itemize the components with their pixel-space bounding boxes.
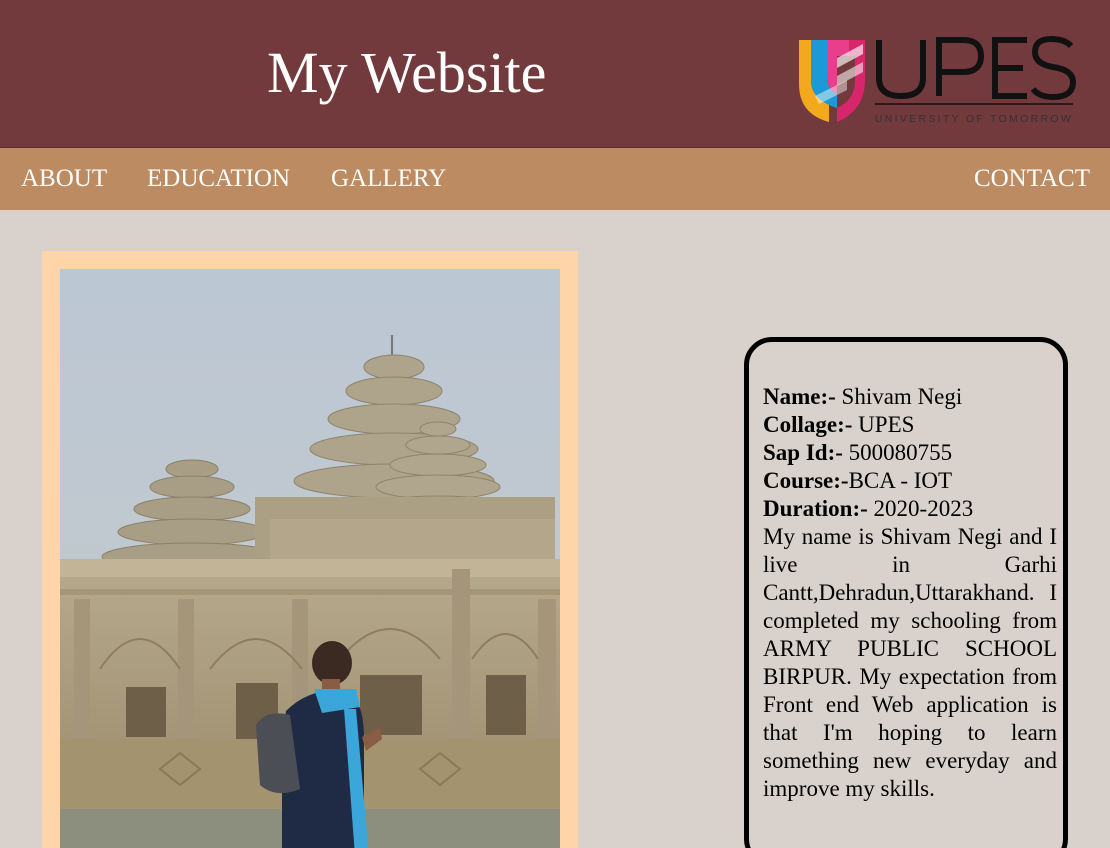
profile-duration: Duration:- 2020-2023 xyxy=(763,495,1049,523)
upes-wordmark xyxy=(876,36,1077,101)
profile-bio: My name is Shivam Negi and I live in Gar… xyxy=(763,524,1057,801)
name-value: Shivam Negi xyxy=(835,384,963,409)
upes-tagline: UNIVERSITY OF TOMORROW xyxy=(875,113,1073,125)
temple-photo xyxy=(60,269,560,848)
sap-label: Sap Id:- xyxy=(763,440,843,465)
upes-logo-graphic: UNIVERSITY OF TOMORROW xyxy=(799,36,1077,125)
site-title: My Website xyxy=(267,40,547,105)
duration-label: Duration:- xyxy=(763,496,868,521)
nav-gallery[interactable]: GALLERY xyxy=(331,164,446,194)
profile-card: Name:- Shivam Negi Collage:- UPES Sap Id… xyxy=(744,337,1068,848)
course-label: Course:- xyxy=(763,468,849,493)
page: My Website UNIVERSITY OF TOMORROW ABOUT … xyxy=(0,0,1110,848)
site-header: My Website UNIVERSITY OF TOMORROW xyxy=(0,0,1110,148)
upes-logo[interactable]: UNIVERSITY OF TOMORROW xyxy=(797,36,1077,128)
main-navbar: ABOUT EDUCATION GALLERY CONTACT xyxy=(0,148,1110,210)
profile-course: Course:-BCA - IOT xyxy=(763,467,1049,495)
college-value: UPES xyxy=(852,412,915,437)
upes-shield-icon xyxy=(799,40,865,122)
nav-contact[interactable]: CONTACT xyxy=(974,164,1090,194)
sap-value: 500080755 xyxy=(842,440,953,465)
nav-education[interactable]: EDUCATION xyxy=(147,164,290,194)
course-value: BCA - IOT xyxy=(848,468,953,493)
photo-frame xyxy=(42,251,578,848)
college-label: Collage:- xyxy=(763,412,853,437)
temple-photo-icon xyxy=(60,269,560,848)
duration-value: 2020-2023 xyxy=(867,496,974,521)
profile-sap-id: Sap Id:- 500080755 xyxy=(763,439,1049,467)
nav-about[interactable]: ABOUT xyxy=(21,164,107,194)
name-label: Name:- xyxy=(763,384,836,409)
profile-college: Collage:- UPES xyxy=(763,411,1049,439)
profile-name: Name:- Shivam Negi xyxy=(763,383,1049,411)
